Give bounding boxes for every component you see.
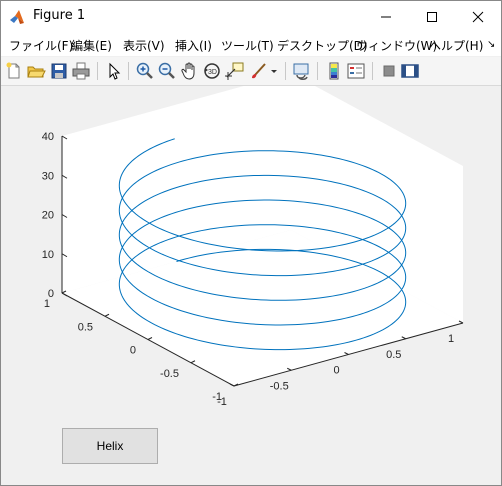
show-plot-tools-button[interactable] — [400, 61, 420, 81]
open-file-button[interactable] — [26, 61, 46, 81]
z-tick-label: 40 — [42, 131, 54, 143]
brush-icon — [252, 63, 266, 79]
menu-insert[interactable]: 挿入(I) — [175, 37, 212, 54]
y-tick-label: -1 — [212, 391, 222, 403]
edit-plot-button[interactable] — [104, 61, 124, 81]
title-bar: Figure 1 — [1, 1, 501, 33]
zoom-out-icon — [158, 62, 175, 79]
menu-overflow-icon[interactable]: ↘ — [487, 39, 495, 50]
colorbar-button[interactable] — [324, 61, 344, 81]
toolbar-separator — [128, 62, 129, 80]
link-plot-icon — [293, 63, 309, 80]
toolbar-separator — [317, 62, 318, 80]
figure-toolbar: 3D — [1, 57, 501, 86]
link-plot-button[interactable] — [292, 61, 312, 81]
menu-window[interactable]: ウィンドウ(W) — [356, 37, 437, 54]
rotate-3d-button[interactable]: 3D — [202, 61, 222, 81]
close-button[interactable] — [455, 1, 501, 33]
axes-3d[interactable]: -1-0.500.51-1-0.500.51010203040 — [1, 86, 501, 485]
hide-plot-tools-button[interactable] — [379, 61, 399, 81]
toolbar-separator — [372, 62, 373, 80]
hide-plot-tools-icon — [383, 65, 395, 77]
colorbar-icon — [329, 62, 339, 80]
show-plot-tools-icon — [401, 64, 419, 78]
x-tick-label: 0 — [333, 365, 339, 377]
new-figure-icon — [6, 62, 20, 79]
y-tick-label: 0.5 — [78, 321, 93, 333]
pan-button[interactable] — [180, 61, 200, 81]
brush-dropdown-button[interactable] — [269, 61, 279, 81]
rotate-3d-icon: 3D — [204, 63, 220, 79]
svg-text:3D: 3D — [208, 69, 217, 76]
menu-help[interactable]: ヘルプ(H) — [429, 37, 483, 54]
menu-tools[interactable]: ツール(T) — [221, 37, 274, 54]
z-tick-label: 20 — [42, 210, 54, 222]
brush-button[interactable] — [249, 61, 269, 81]
matlab-logo-icon — [9, 9, 25, 25]
toolbar-separator — [97, 62, 98, 80]
z-tick-label: 30 — [42, 170, 54, 182]
save-button[interactable] — [49, 61, 69, 81]
y-tick-label: 0 — [130, 345, 136, 357]
zoom-in-icon — [136, 62, 153, 79]
open-file-icon — [27, 66, 46, 78]
edit-plot-arrow-icon — [109, 62, 121, 80]
figure-window: Figure 1 ファイル(F) 編集(E) 表示(V) 挿入(I) ツール(T… — [0, 0, 502, 486]
maximize-button[interactable] — [409, 1, 455, 33]
minimize-button[interactable] — [363, 1, 409, 33]
save-icon — [51, 63, 67, 79]
y-tick-label: -0.5 — [160, 368, 179, 380]
menu-bar: ファイル(F) 編集(E) 表示(V) 挿入(I) ツール(T) デスクトップ(… — [1, 33, 501, 56]
minimize-icon — [381, 16, 391, 18]
window-title: Figure 1 — [33, 8, 86, 23]
legend-icon — [347, 63, 365, 79]
z-tick-label: 10 — [42, 249, 54, 261]
data-cursor-icon — [225, 62, 244, 80]
new-figure-button[interactable] — [4, 61, 24, 81]
plot-area: -1 -0.5 0 0.5 1 -1 -0.5 0 0.5 1 0 10 20 30 40 — [1, 86, 501, 485]
helix-button[interactable]: Helix — [62, 428, 158, 464]
x-tick-label: 1 — [448, 333, 454, 345]
close-icon — [472, 11, 484, 23]
menu-view[interactable]: 表示(V) — [123, 37, 165, 54]
x-tick-label: -0.5 — [270, 380, 289, 392]
maximize-icon — [427, 12, 437, 22]
print-button[interactable] — [71, 61, 91, 81]
data-cursor-button[interactable] — [225, 61, 245, 81]
pan-hand-icon — [181, 62, 195, 80]
x-tick-label: 0.5 — [386, 349, 401, 361]
zoom-out-button[interactable] — [157, 61, 177, 81]
toolbar-separator — [285, 62, 286, 80]
z-tick-label: 0 — [48, 288, 54, 300]
dropdown-arrow-icon — [271, 70, 277, 73]
menu-edit[interactable]: 編集(E) — [71, 37, 112, 54]
print-icon — [72, 62, 90, 80]
menu-desktop[interactable]: デスクトップ(D) — [277, 37, 368, 54]
legend-button[interactable] — [346, 61, 366, 81]
zoom-in-button[interactable] — [135, 61, 155, 81]
menu-file[interactable]: ファイル(F) — [9, 37, 73, 54]
